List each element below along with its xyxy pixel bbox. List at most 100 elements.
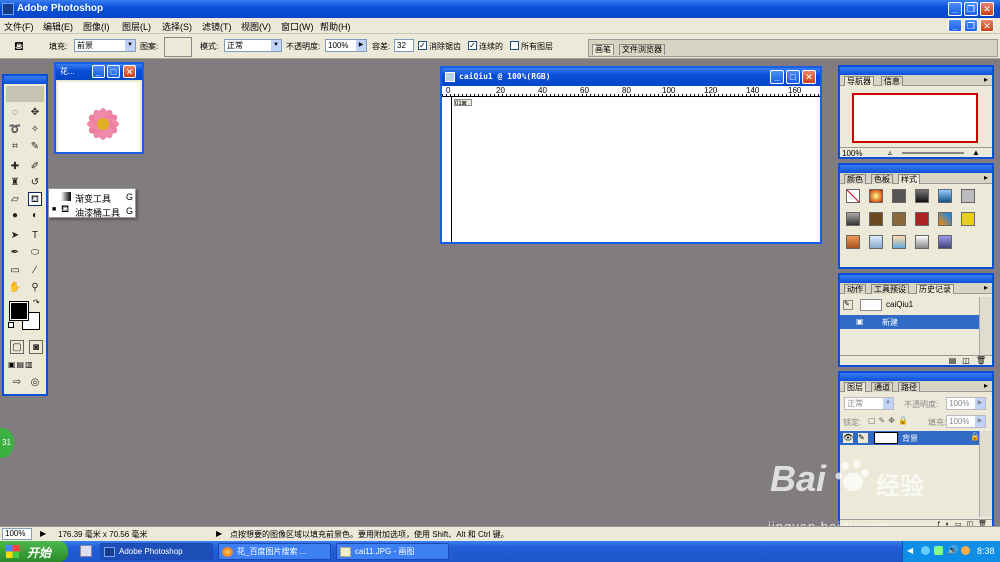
doc-restore-button[interactable]: ❐ (964, 19, 978, 32)
style-none-swatch[interactable] (846, 189, 860, 203)
ellipse-tool-icon[interactable]: ⬭ (28, 246, 42, 260)
style-swatch[interactable] (938, 189, 952, 203)
status-triangle-icon[interactable]: ▶ (40, 529, 46, 538)
history-snapshot-row[interactable]: ✎ caiQiu1 (840, 297, 992, 313)
type-tool-icon[interactable]: T (28, 229, 42, 243)
history-footer-icons[interactable]: ▤◫🗑 (840, 355, 992, 365)
history-state-row[interactable]: ▣ 新建 (840, 315, 979, 329)
eye-icon[interactable]: 👁 (843, 433, 853, 443)
menu-file[interactable]: 文件(F) (4, 20, 34, 33)
tab-layers[interactable]: 图层 (844, 382, 866, 392)
pen-tool-icon[interactable]: ✒ (8, 246, 22, 260)
style-swatch[interactable] (846, 212, 860, 226)
mode-select[interactable]: 正常 ▼ (224, 39, 282, 52)
style-swatch[interactable] (915, 235, 929, 249)
volume-icon[interactable]: 🔊 (947, 545, 958, 556)
doc-minimize-button[interactable]: _ (948, 19, 962, 32)
style-swatch[interactable] (938, 212, 952, 226)
task-browser[interactable]: 花_百度图片搜索 ... (218, 543, 331, 560)
task-photoshop[interactable]: Adobe Photoshop (100, 543, 213, 560)
healing-brush-icon[interactable]: ✚ (8, 160, 22, 174)
style-swatch[interactable] (915, 189, 929, 203)
paint-bucket-tool-icon[interactable]: ⛾ (28, 192, 42, 206)
flower-canvas[interactable] (58, 82, 140, 152)
menu-edit[interactable]: 编辑(E) (43, 20, 73, 33)
brush-tool-icon[interactable]: ✐ (28, 160, 42, 174)
style-swatch[interactable] (869, 235, 883, 249)
menu-filter[interactable]: 滤镜(T) (202, 20, 232, 33)
status-zoom-input[interactable]: 100% (2, 528, 32, 540)
style-swatch[interactable] (869, 212, 883, 226)
eyedropper-icon[interactable]: ⁄ (28, 264, 42, 278)
canvas-close-button[interactable]: ✕ (802, 70, 816, 84)
navigator-zoom-value[interactable]: 100% (842, 149, 862, 158)
tab-history[interactable]: 历史记录 (916, 284, 954, 294)
floating-badge[interactable]: 31 (0, 428, 14, 458)
flyout-item-paint-bucket[interactable]: ■ ⛾ 油漆桶工具 G (49, 204, 135, 218)
screen-mode-icons[interactable]: ▣▤▥ (8, 360, 44, 372)
panel-menu-icon[interactable]: ▸ (984, 75, 988, 84)
zoom-slider[interactable] (902, 152, 964, 154)
style-swatch[interactable] (938, 235, 952, 249)
history-brush-source-icon[interactable]: ✎ (843, 300, 853, 310)
layer-row-background[interactable]: 👁 ✎ 背景 🔒 (840, 431, 980, 445)
lock-icons[interactable]: ▢✎✥🔒 (868, 416, 911, 425)
all-layers-checkbox[interactable] (510, 41, 519, 50)
start-button[interactable]: 开始 (0, 541, 68, 562)
tab-color[interactable]: 颜色 (844, 174, 866, 184)
tolerance-input[interactable]: 32 (394, 39, 414, 52)
menu-layer[interactable]: 图层(L) (122, 20, 151, 33)
blend-mode-select[interactable]: 正常 ▼ (844, 397, 894, 410)
layer-fill-input[interactable]: 100% ▶ (946, 415, 986, 428)
clone-stamp-icon[interactable]: ♜ (8, 176, 22, 190)
contiguous-checkbox[interactable]: ✓ (468, 41, 477, 50)
blur-tool-icon[interactable]: ● (8, 209, 22, 223)
minimize-button[interactable]: _ (948, 2, 962, 16)
flower-minimize-button[interactable]: _ (92, 65, 105, 78)
crop-tool-icon[interactable]: ⌗ (8, 140, 22, 154)
lasso-tool-icon[interactable]: ➰ (8, 123, 22, 137)
status-arrow-icon[interactable]: ▶ (216, 529, 222, 538)
opacity-input[interactable]: 100% ▶ (325, 39, 367, 52)
tab-styles[interactable]: 样式 (898, 174, 920, 184)
jump-to-imageready-icon[interactable]: ⇨ (10, 376, 24, 390)
tray-app-icon[interactable] (934, 546, 943, 555)
flower-maximize-button[interactable]: □ (107, 65, 120, 78)
layer-opacity-input[interactable]: 100% ▶ (946, 397, 986, 410)
zoom-in-icon[interactable]: ▲ (972, 148, 980, 157)
adobe-online-icon[interactable] (6, 86, 44, 102)
tray-app-icon[interactable] (961, 546, 970, 555)
menu-select[interactable]: 选择(S) (162, 20, 192, 33)
tab-channels[interactable]: 通道 (871, 382, 893, 392)
style-swatch[interactable] (915, 212, 929, 226)
tab-actions[interactable]: 动作 (844, 284, 866, 294)
hand-tool-icon[interactable]: ✋ (8, 281, 22, 295)
close-button[interactable]: ✕ (980, 2, 994, 16)
style-swatch[interactable] (846, 235, 860, 249)
path-select-icon[interactable]: ➤ (8, 229, 22, 243)
style-swatch[interactable] (892, 235, 906, 249)
imageready-icon[interactable]: ◎ (28, 376, 42, 390)
navigator-preview[interactable] (852, 93, 978, 143)
menu-view[interactable]: 视图(V) (241, 20, 271, 33)
restore-button[interactable]: ❐ (964, 2, 978, 16)
style-swatch[interactable] (869, 189, 883, 203)
layers-scrollbar[interactable] (979, 431, 992, 517)
canvas-maximize-button[interactable]: □ (786, 70, 800, 84)
tab-tool-presets[interactable]: 工具预设 (871, 284, 909, 294)
tab-brushes[interactable]: 画笔 (592, 44, 614, 55)
notes-tool-icon[interactable]: ▭ (8, 264, 22, 278)
move-tool-icon[interactable]: ✥ (28, 106, 42, 120)
tab-file-browser[interactable]: 文件浏览器 (619, 44, 665, 55)
pattern-picker[interactable] (164, 37, 192, 57)
foreground-color-swatch[interactable] (9, 301, 29, 321)
tray-expand-icon[interactable]: ◀ (907, 546, 913, 555)
clock[interactable]: 8:38 (977, 546, 995, 556)
tab-swatches[interactable]: 色板 (871, 174, 893, 184)
panel-menu-icon[interactable]: ▸ (984, 283, 988, 292)
style-swatch[interactable] (961, 189, 975, 203)
flower-close-button[interactable]: ✕ (123, 65, 136, 78)
zoom-out-icon[interactable]: ▵ (888, 148, 892, 157)
history-scrollbar[interactable] (979, 297, 992, 355)
default-colors-icon[interactable] (8, 322, 14, 328)
